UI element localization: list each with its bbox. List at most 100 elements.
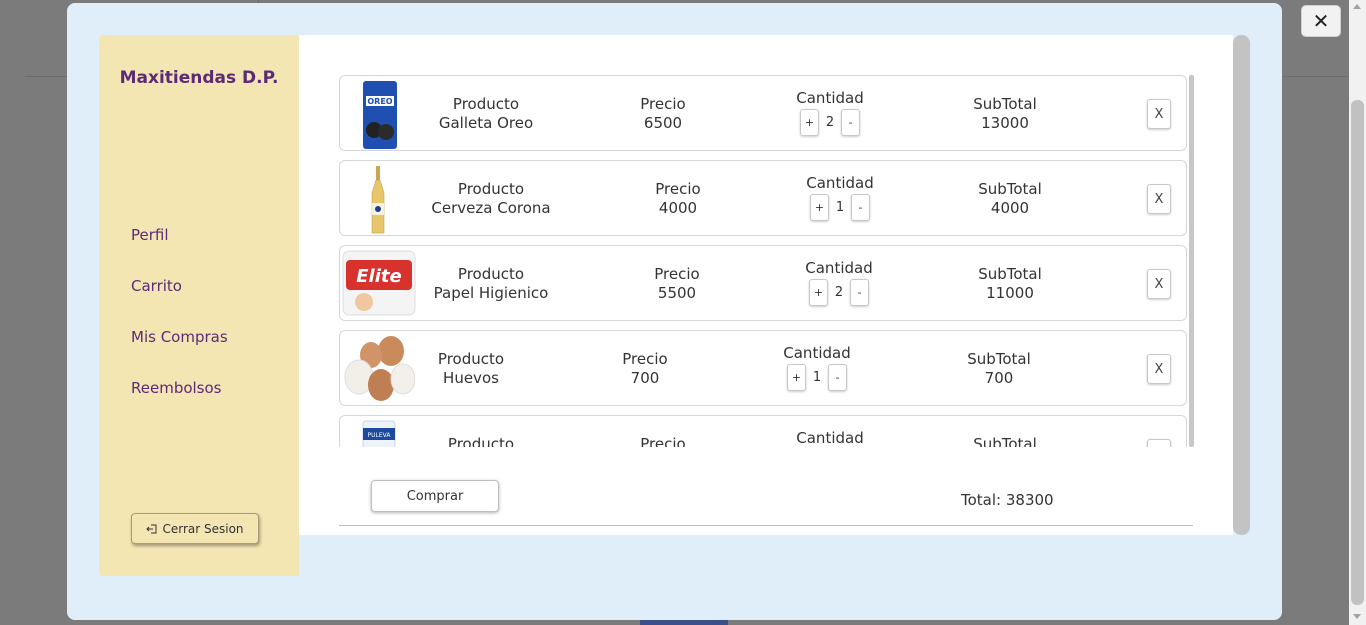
quantity-stepper: + 2 - [790,109,870,136]
remove-item-button[interactable]: X [1147,269,1171,299]
decrease-quantity-button[interactable]: - [851,194,870,221]
price-label: Precio [622,350,668,368]
product-name: Galleta Oreo [438,114,534,132]
quantity-column: Cantidad + 1 - [777,344,857,391]
oreo-cookie-image: OREO [363,81,397,149]
quantity-value: 2 [825,115,835,130]
product-column: Producto Cerveza Corona [431,180,551,218]
page-scrollbar-thumb[interactable] [1351,100,1364,605]
subtotal-label: SubTotal [978,180,1042,198]
product-column: Producto Papel Higienico [431,265,551,303]
sidebar-item-reembolsos[interactable]: Reembolsos [131,379,222,397]
product-label: Producto [457,180,525,198]
quantity-stepper: + 1 - [777,364,857,391]
subtotal-column: SubTotal 11000 [970,265,1050,303]
product-column: Producto Huevos [421,350,521,388]
remove-item-button[interactable]: X [1147,184,1171,214]
cart-list[interactable]: OREO Producto Galleta Oreo Precio 6500 C… [339,75,1194,447]
price-label: Precio [640,95,686,113]
product-label: Producto [437,350,505,368]
brand-title: Maxitiendas D.P. [119,68,279,88]
product-label: Producto [447,435,515,447]
price-label: Precio [654,265,700,283]
scroll-down-icon[interactable] [1353,614,1361,619]
product-name: Huevos [443,369,499,387]
remove-item-button[interactable]: X [1147,99,1171,129]
quantity-label: Cantidad [796,89,864,107]
price-column: Precio 700 [605,350,685,388]
subtotal-column: SubTotal 13000 [965,95,1045,133]
subtotal-label: SubTotal [973,435,1037,447]
subtotal-label: SubTotal [973,95,1037,113]
subtotal-column: SubTotal [965,435,1045,447]
quantity-stepper: + 1 - [800,194,880,221]
total-label: Total: [961,491,1002,509]
price-column: Precio [623,435,703,447]
quantity-column: Cantidad + 2 - [799,259,879,306]
total-value: 38300 [1005,491,1054,509]
sidebar-item-perfil[interactable]: Perfil [131,226,169,244]
increase-quantity-button[interactable]: + [787,364,806,391]
decrease-quantity-button[interactable]: - [828,364,847,391]
milk-image: PULEVA [362,420,396,447]
cart-item: PULEVA Producto Precio Cantidad SubTotal [339,415,1187,447]
cart-list-scrollbar[interactable] [1189,75,1194,447]
price-value: 5500 [657,284,697,302]
increase-quantity-button[interactable]: + [809,279,828,306]
subtotal-value: 700 [984,369,1014,387]
quantity-value: 1 [812,370,822,385]
close-icon: ✕ [1312,9,1330,33]
product-column: Producto [431,435,531,447]
price-value: 6500 [643,114,683,132]
logout-button[interactable]: Cerrar Sesion [131,513,259,544]
svg-text:OREO: OREO [367,97,392,106]
decrease-quantity-button[interactable]: - [841,109,860,136]
quantity-label: Cantidad [796,429,864,447]
price-value: 700 [630,369,660,387]
toilet-paper-image: Elite [342,250,416,316]
subtotal-value: 13000 [981,114,1029,132]
svg-text:Elite: Elite [356,266,401,287]
price-value: 4000 [658,199,698,217]
remove-item-button[interactable]: X [1147,354,1171,384]
decrease-quantity-button[interactable]: - [850,279,869,306]
quantity-label: Cantidad [783,344,851,362]
quantity-label: Cantidad [805,259,873,277]
svg-text:PULEVA: PULEVA [368,432,392,439]
product-label: Producto [452,95,520,113]
logout-label: Cerrar Sesion [162,521,244,536]
cart-total: Total: 38300 [961,491,1054,509]
corona-beer-image [371,166,385,234]
remove-item-button[interactable] [1147,439,1171,447]
close-modal-button[interactable]: ✕ [1301,5,1341,37]
modal-scrollbar[interactable] [1233,35,1250,535]
logout-icon [146,524,157,533]
quantity-column: Cantidad [790,429,870,447]
sidebar-item-carrito[interactable]: Carrito [131,277,182,295]
product-name: Cerveza Corona [431,199,551,217]
price-label: Precio [640,435,686,447]
quantity-value: 1 [835,200,845,215]
sidebar: Maxitiendas D.P. Perfil Carrito Mis Comp… [99,35,299,576]
eggs-image [344,336,415,401]
price-column: Precio 4000 [638,180,718,218]
content-divider [339,525,1193,526]
scroll-up-icon[interactable] [1353,4,1361,9]
quantity-stepper: + 2 - [799,279,879,306]
cart-item: OREO Producto Galleta Oreo Precio 6500 C… [339,75,1187,151]
quantity-label: Cantidad [806,174,874,192]
subtotal-label: SubTotal [978,265,1042,283]
cart-item: Producto Cerveza Corona Precio 4000 Cant… [339,160,1187,236]
price-column: Precio 6500 [623,95,703,133]
buy-button[interactable]: Comprar [371,480,499,512]
increase-quantity-button[interactable]: + [800,109,819,136]
sidebar-item-mis-compras[interactable]: Mis Compras [131,328,228,346]
subtotal-value: 4000 [990,199,1030,217]
quantity-value: 2 [834,285,844,300]
subtotal-label: SubTotal [967,350,1031,368]
cart-item: Elite Producto Papel Higienico Precio 55… [339,245,1187,321]
quantity-column: Cantidad + 2 - [790,89,870,136]
subtotal-value: 11000 [986,284,1034,302]
increase-quantity-button[interactable]: + [810,194,829,221]
cart-item: Producto Huevos Precio 700 Cantidad + 1 … [339,330,1187,406]
